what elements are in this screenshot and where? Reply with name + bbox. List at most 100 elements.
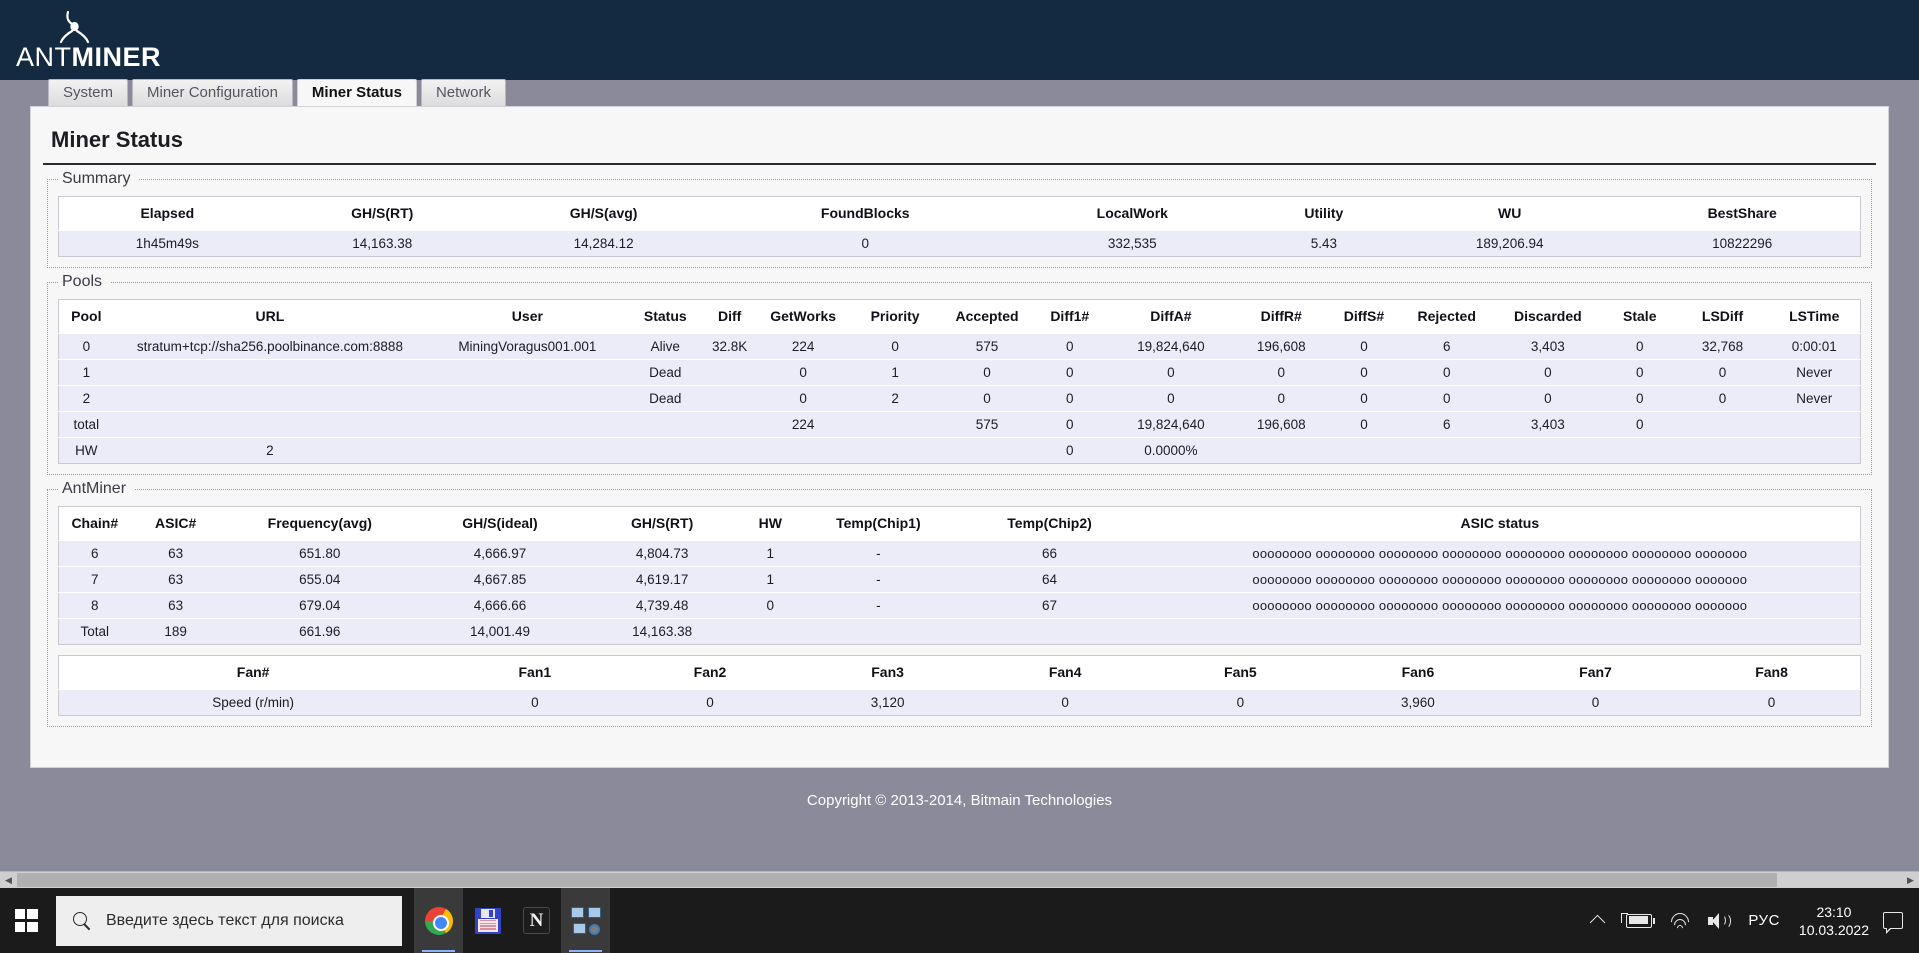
taskbar-n-app-button[interactable]: N [512,888,561,953]
fans-col-fan1: Fan1 [447,655,623,690]
pool-0-accepted: 575 [941,333,1033,360]
pools-hw-diff [702,437,758,464]
taskbar-save-button[interactable] [463,888,512,953]
fan8-speed: 0 [1683,689,1861,716]
pools-col-lstime: LSTime [1768,299,1861,334]
tab-miner-status[interactable]: Miner Status [296,79,417,106]
summary-header-row: Elapsed GH/S(RT) GH/S(avg) FoundBlocks L… [58,196,1861,231]
scrollbar-thumb[interactable] [17,873,1777,887]
fans-col-fan-hash: Fan# [58,655,448,690]
antminer-total-hw [743,618,798,645]
antminer-group: AntMiner Chain# ASIC# Frequency(avg) GH/… [47,480,1872,727]
search-placeholder-text: Введите здесь текст для поиска [106,911,344,929]
pools-col-url: URL [113,299,427,334]
pools-total-label: total [58,411,114,438]
antminer-col-temp1: Temp(Chip1) [797,506,960,541]
pools-hw-rejected [1400,437,1493,464]
pool-2-diff [702,385,758,412]
pools-body: 0 stratum+tcp://sha256.poolbinance.com:8… [58,333,1861,464]
fans-wrap: Fan# Fan1 Fan2 Fan3 Fan4 Fan5 Fan6 Fan7 … [58,655,1861,716]
chain-7-hw: 1 [743,566,798,593]
summary-group: Summary Elapsed GH/S(RT) GH/S(avg) Found… [47,170,1872,268]
tab-system[interactable]: System [48,79,129,106]
pools-hw-diffs [1327,437,1401,464]
pool-0-diff: 32.8K [702,333,758,360]
horizontal-scrollbar[interactable]: ◀ ▶ [0,871,1919,888]
windows-taskbar: Введите здесь текст для поиска N РУС 23:… [0,888,1919,953]
pools-col-discarded: Discarded [1492,299,1603,334]
pools-col-diffr: DiffR# [1235,299,1328,334]
pools-hw-getworks [757,437,850,464]
start-button[interactable] [0,888,52,953]
chain-6-asic-status: oooooooo oooooooo oooooooo oooooooo oooo… [1139,540,1861,567]
scroll-right-arrow[interactable]: ▶ [1902,872,1919,888]
pools-hw-lstime [1768,437,1861,464]
pools-legend: Pools [58,273,111,291]
fans-col-fan2: Fan2 [622,655,798,690]
summary-elapsed: 1h45m49s [58,230,276,257]
pools-col-status: Status [628,299,703,334]
volume-button[interactable] [1699,888,1739,953]
pool-2-priority: 2 [849,385,942,412]
tab-network[interactable]: Network [420,79,506,106]
table-row: 1 Dead 0 1 0 0 0 0 0 0 0 0 0 Never [58,359,1861,386]
taskbar-search-input[interactable]: Введите здесь текст для поиска [56,895,402,946]
pool-1-stale: 0 [1602,359,1677,386]
pool-2-index: 2 [58,385,114,412]
chain-8-ghs-rt: 4,739.48 [581,592,744,619]
speaker-icon [1708,912,1732,929]
antminer-col-frequency: Frequency(avg) [220,506,419,541]
show-hidden-icons-button[interactable] [1583,888,1612,953]
pools-hw-stale [1602,437,1677,464]
pool-1-url [113,359,427,386]
pools-header-row: Pool URL User Status Diff GetWorks Prior… [58,299,1861,334]
clock[interactable]: 23:10 10.03.2022 [1789,903,1883,939]
page-title: Miner Status [43,119,1876,165]
fan1-speed: 0 [447,689,623,716]
antminer-total-temp2 [959,618,1140,645]
chevron-up-icon [1590,914,1606,931]
pool-0-discarded: 3,403 [1492,333,1603,360]
summary-ghs-rt: 14,163.38 [275,230,489,257]
pool-2-diffa: 0 [1106,385,1236,412]
fans-col-fan3: Fan3 [797,655,978,690]
fan7-speed: 0 [1507,689,1684,716]
antminer-total-ghs-rt: 14,163.38 [581,618,744,645]
pools-group: Pools Pool URL User Status Diff GetWorks… [47,273,1872,475]
language-indicator[interactable]: РУС [1739,888,1789,953]
pool-1-diffs: 0 [1327,359,1401,386]
battery-button[interactable] [1612,888,1661,953]
scroll-left-arrow[interactable]: ◀ [0,872,17,888]
pool-0-rejected: 6 [1400,333,1493,360]
tab-miner-configuration[interactable]: Miner Configuration [132,79,293,106]
fans-header-row: Fan# Fan1 Fan2 Fan3 Fan4 Fan5 Fan6 Fan7 … [58,655,1861,690]
pools-total-lsdiff [1676,411,1769,438]
taskbar-app-icons: N [414,888,610,953]
battery-icon [1626,913,1656,928]
summary-col-localwork: LocalWork [1011,196,1253,231]
pool-2-lsdiff: 0 [1676,385,1769,412]
logo-ant-text: ANT [16,42,72,72]
pools-hw-percent: 0.0000% [1106,437,1236,464]
table-row: 8 63 679.04 4,666.66 4,739.48 0 - 67 ooo… [58,592,1861,619]
pool-0-index: 0 [58,333,114,360]
pool-2-lstime: Never [1768,385,1861,412]
chain-6-asic: 63 [130,540,221,567]
summary-col-foundblocks: FoundBlocks [718,196,1012,231]
pools-total-row: total 224 575 0 19,824,640 196,608 0 6 3… [58,411,1861,438]
ant-logo-icon [59,10,90,44]
pools-col-user: User [426,299,629,334]
site-header: ANTMINER [0,0,1919,80]
taskbar-network-monitor-button[interactable] [561,888,610,953]
fan4-speed: 0 [977,689,1153,716]
search-icon [72,911,92,931]
network-button[interactable] [1661,888,1699,953]
pools-total-diffs: 0 [1327,411,1401,438]
pool-0-lstime: 0:00:01 [1768,333,1861,360]
fans-table: Fan# Fan1 Fan2 Fan3 Fan4 Fan5 Fan6 Fan7 … [58,655,1861,716]
action-center-button[interactable] [1883,912,1903,934]
taskbar-chrome-button[interactable] [414,888,463,953]
pools-total-rejected: 6 [1400,411,1493,438]
antminer-total-ghs-ideal: 14,001.49 [418,618,582,645]
chain-6-id: 6 [58,540,131,567]
